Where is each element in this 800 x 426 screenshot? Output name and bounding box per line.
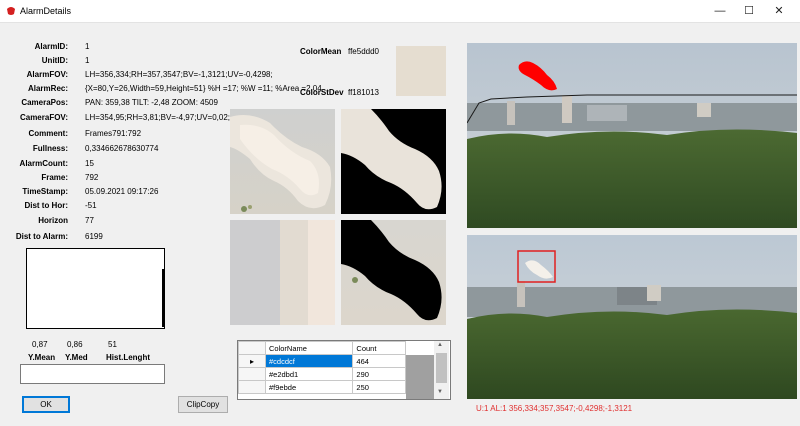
y-mean-value: 0,87 [32, 340, 48, 349]
table-row[interactable]: #f9ebde 250 [238, 380, 406, 394]
field-label: AlarmCount: [19, 159, 68, 168]
clipcopy-button[interactable]: ClipCopy [178, 396, 228, 413]
close-button[interactable]: ✕ [763, 0, 795, 22]
count-cell[interactable]: 250 [352, 380, 406, 394]
field-label: Frame: [41, 173, 68, 182]
field-label: Fullness: [32, 144, 68, 153]
y-med-value: 0,86 [67, 340, 83, 349]
smoke-inverse-mask-image [341, 220, 446, 325]
table-row[interactable]: ▸ #cdcdcf 464 [238, 354, 406, 368]
field-label: AlarmRec: [27, 84, 68, 93]
color-name-cell[interactable]: #cdcdcf [264, 354, 354, 368]
table-row[interactable]: #e2dbd1 290 [238, 367, 406, 381]
alarm-status-overlay: U:1 AL:1 356,334;357,3547;-0,4298;-1,312… [476, 404, 633, 413]
notes-textbox[interactable] [20, 364, 165, 384]
color-mean-swatch [396, 46, 446, 96]
field-label: AlarmID: [34, 42, 68, 51]
field-value: 1 [85, 56, 90, 65]
field-value: 15 [85, 159, 94, 168]
scroll-down-icon[interactable]: ▼ [437, 389, 443, 395]
field-label: UnitID: [41, 56, 68, 65]
field-value: 1 [85, 42, 90, 51]
field-value: PAN: 359,38 TILT: -2,48 ZOOM: 4509 [85, 98, 218, 107]
smoke-crop-image [230, 109, 335, 214]
field-label: CameraFOV: [19, 113, 68, 122]
color-name-cell[interactable]: #e2dbd1 [264, 367, 354, 381]
count-cell[interactable]: 464 [352, 354, 406, 368]
field-label: TimeStamp: [22, 187, 68, 196]
color-table[interactable]: ColorName Count ▸ #cdcdcf 464 #e2dbd1 290 #f9… [237, 340, 451, 400]
smoke-mask-image [341, 109, 446, 214]
field-value: -51 [85, 201, 97, 210]
field-value: 792 [85, 173, 99, 182]
color-mean-label: ColorMean [300, 47, 342, 56]
hist-length-value: 51 [108, 340, 117, 349]
hist-length-label: Hist.Lenght [106, 353, 150, 362]
camera-frame-alarm [467, 235, 797, 399]
field-value: Frames791:792 [85, 129, 142, 138]
row-header[interactable] [238, 380, 266, 394]
camera-frame-full [467, 43, 797, 228]
field-value: 77 [85, 216, 94, 225]
table-scrollbar[interactable]: ▲ ▼ [434, 341, 449, 399]
field-value: LH=356,334;RH=357,3547;BV=-1,3121;UV=-0,… [85, 70, 273, 79]
app-icon [7, 7, 15, 15]
field-value: 0,334662678630774 [85, 144, 159, 153]
field-label: Comment: [28, 129, 68, 138]
histogram-bar [162, 269, 164, 327]
column-header-colorname[interactable]: ColorName [264, 341, 354, 355]
table-empty-area [406, 355, 434, 399]
color-mean-value: ffe5ddd0 [348, 47, 379, 56]
row-header-corner [238, 341, 266, 355]
field-label: Dist to Hor: [24, 201, 68, 210]
color-strip-image [230, 220, 335, 325]
y-med-label: Y.Med [65, 353, 88, 362]
row-header[interactable] [238, 367, 266, 381]
field-label: Dist to Alarm: [15, 232, 68, 241]
ok-button[interactable]: OK [22, 396, 70, 413]
scroll-up-icon[interactable]: ▲ [437, 342, 443, 348]
field-value: {X=80,Y=26,Width=59,Height=51} %H =17; %… [85, 84, 322, 93]
window-title: AlarmDetails [20, 6, 72, 16]
title-bar: AlarmDetails — ☐ ✕ [0, 0, 800, 23]
row-header[interactable]: ▸ [238, 354, 266, 368]
count-cell[interactable]: 290 [352, 367, 406, 381]
color-name-cell[interactable]: #f9ebde [264, 380, 354, 394]
field-value: LH=354,95;RH=3,81;BV=-4,97;UV=0,02; [85, 113, 230, 122]
maximize-button[interactable]: ☐ [733, 0, 765, 22]
histogram-panel [26, 248, 165, 329]
field-label: AlarmFOV: [26, 70, 68, 79]
field-label: CameraPos: [21, 98, 68, 107]
color-stdev-value: ff181013 [348, 88, 379, 97]
field-label: Horizon [38, 216, 68, 225]
color-stdev-label: ColorStDev [300, 88, 344, 97]
field-value: 6199 [85, 232, 103, 241]
y-mean-label: Y.Mean [28, 353, 56, 362]
column-header-count[interactable]: Count [352, 341, 406, 355]
minimize-button[interactable]: — [704, 0, 736, 22]
scrollbar-thumb[interactable] [436, 353, 447, 383]
field-value: 05.09.2021 09:17:26 [85, 187, 159, 196]
